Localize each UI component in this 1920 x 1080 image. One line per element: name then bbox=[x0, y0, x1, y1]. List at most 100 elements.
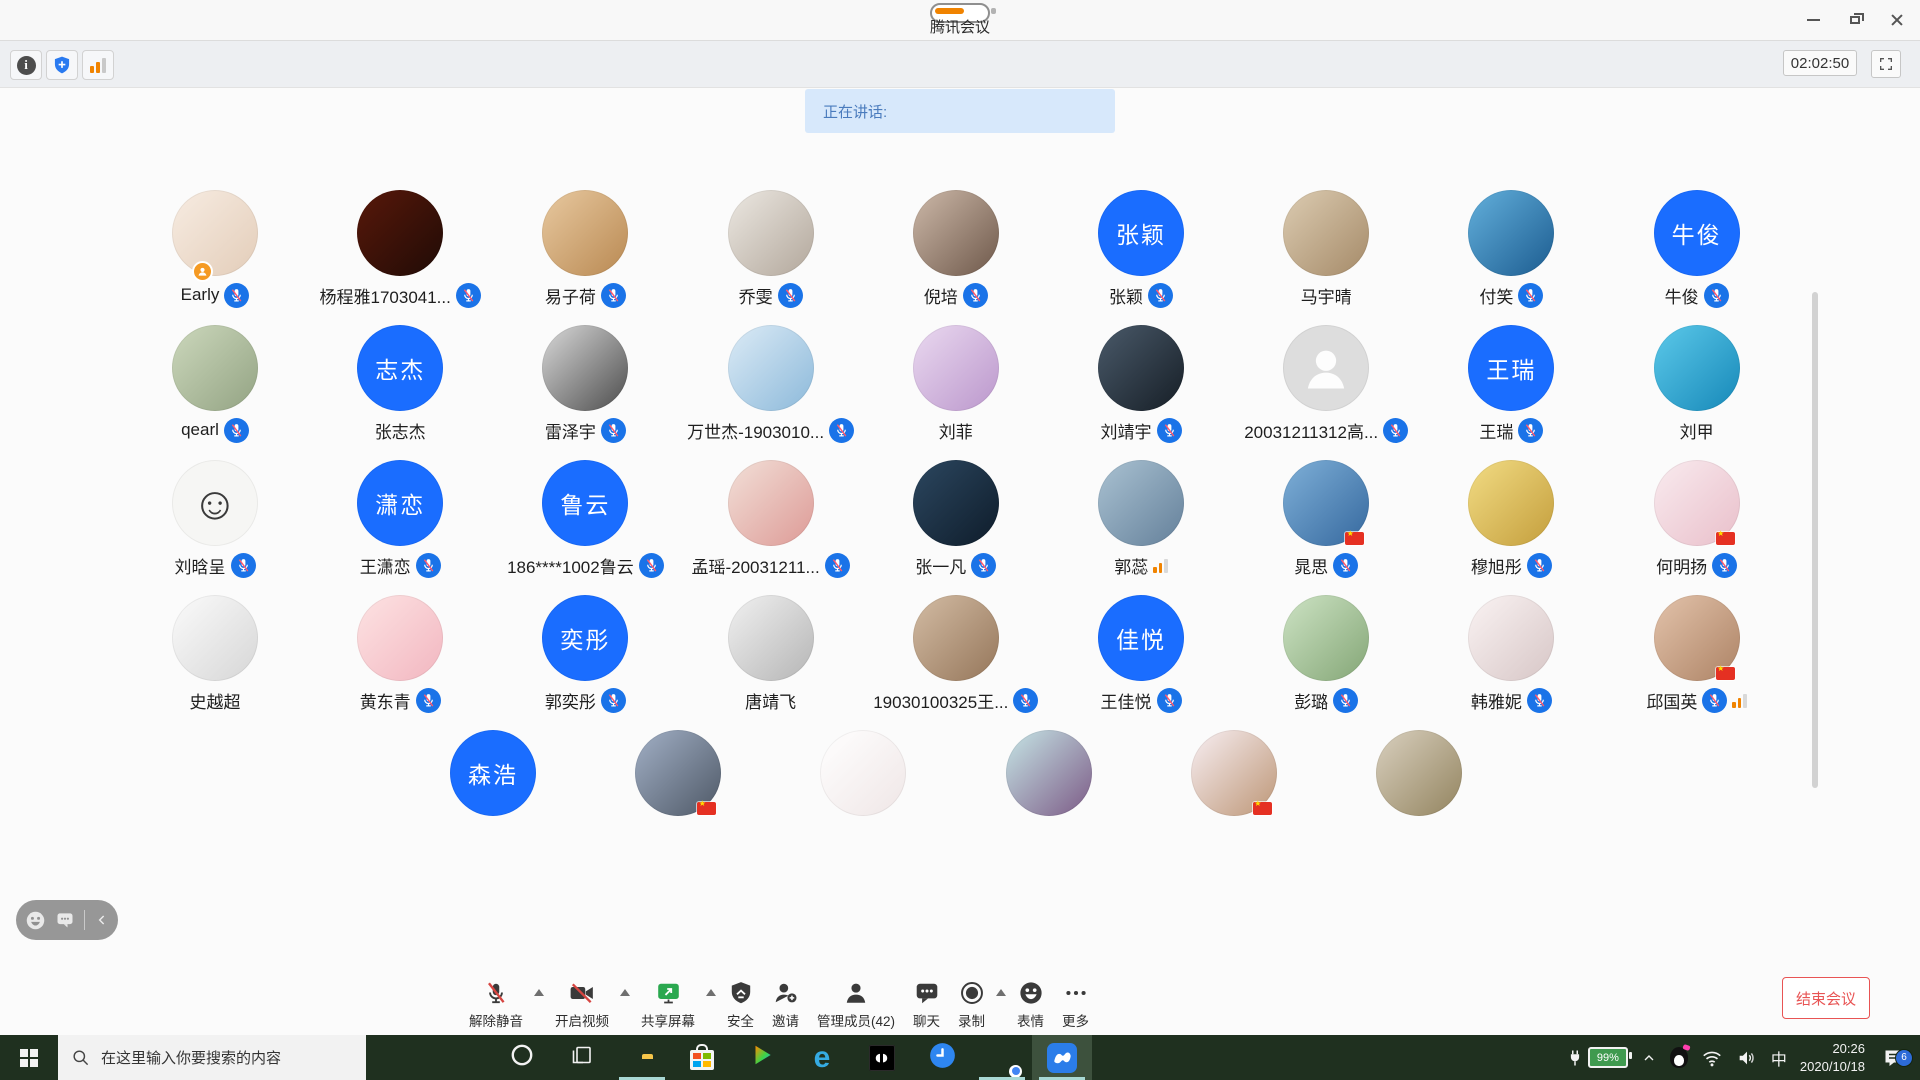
hidden-icons-chevron[interactable] bbox=[1641, 1050, 1657, 1066]
participant-tile[interactable]: 付笑 bbox=[1421, 190, 1601, 308]
participant-name: 刘菲 bbox=[939, 418, 973, 443]
participant-tile[interactable]: 雷泽宇 bbox=[495, 325, 675, 443]
participant-name: 何明扬 bbox=[1656, 553, 1707, 578]
avatar-initials: 森浩 bbox=[468, 756, 518, 790]
participant-avatar: 森浩 bbox=[450, 730, 536, 816]
participant-name-row: 何明扬 bbox=[1656, 552, 1737, 578]
participant-tile[interactable]: 穆旭彤 bbox=[1421, 460, 1601, 578]
taskbar-app-chrome[interactable] bbox=[972, 1035, 1032, 1080]
participant-tile[interactable]: ☺ 刘晗呈 bbox=[125, 460, 305, 578]
participant-tile[interactable]: 黄东青 bbox=[310, 595, 490, 713]
grid-scrollbar[interactable] bbox=[1812, 292, 1818, 788]
wifi-icon[interactable] bbox=[1701, 1047, 1723, 1069]
toolbar-item-camera-muted[interactable]: 开启视频 bbox=[546, 978, 618, 1030]
participant-tile[interactable]: 潇恋 王潇恋 bbox=[310, 460, 490, 578]
participant-tile[interactable] bbox=[588, 730, 768, 816]
toolbar-item-more[interactable]: 更多 bbox=[1053, 978, 1098, 1030]
participant-tile[interactable]: 刘靖宇 bbox=[1051, 325, 1231, 443]
taskbar-search[interactable]: 在这里输入你要搜索的内容 bbox=[58, 1035, 366, 1080]
power-status[interactable]: 99% bbox=[1566, 1047, 1628, 1068]
participant-tile[interactable]: 唐靖飞 bbox=[681, 595, 861, 713]
toolbar-item-chat[interactable]: 聊天 bbox=[904, 978, 949, 1030]
toolbar-item-members[interactable]: 管理成员(42) bbox=[808, 978, 904, 1030]
mic-muted-icon bbox=[1518, 283, 1543, 308]
participant-name: 史越超 bbox=[190, 688, 241, 713]
participant-tile[interactable]: 奕彤 郭奕彤 bbox=[495, 595, 675, 713]
toolbar-item-reactions[interactable]: 表情 bbox=[1008, 978, 1053, 1030]
store-icon bbox=[690, 1045, 714, 1070]
participant-tile[interactable]: 鲁云 186****1002鲁云 bbox=[495, 460, 675, 578]
participant-tile[interactable]: 何明扬 bbox=[1607, 460, 1787, 578]
participant-name: 杨程雅1703041... bbox=[320, 283, 451, 308]
message-icon[interactable] bbox=[55, 910, 75, 930]
participant-tile[interactable]: 倪培 bbox=[866, 190, 1046, 308]
participant-tile[interactable]: 佳悦 王佳悦 bbox=[1051, 595, 1231, 713]
toolbar-item-record[interactable]: 录制 bbox=[949, 978, 994, 1030]
participant-tile[interactable]: 张颖 张颖 bbox=[1051, 190, 1231, 308]
participant-name: 易子荷 bbox=[545, 283, 596, 308]
participant-tile[interactable]: 张一凡 bbox=[866, 460, 1046, 578]
toolbar-item-mic-muted[interactable]: 解除静音 bbox=[460, 978, 532, 1030]
participant-tile[interactable]: 晁思 bbox=[1236, 460, 1416, 578]
end-meeting-button[interactable]: 结束会议 bbox=[1782, 977, 1870, 1019]
tray-date: 2020/10/18 bbox=[1800, 1058, 1865, 1076]
mic-muted-icon bbox=[224, 418, 249, 443]
toolbar-item-invite[interactable]: 邀请 bbox=[763, 978, 808, 1030]
participant-name-row: 穆旭彤 bbox=[1471, 552, 1552, 578]
participant-tile[interactable] bbox=[1144, 730, 1324, 816]
mic-muted-icon bbox=[601, 688, 626, 713]
participant-name-row: 郭奕彤 bbox=[545, 687, 626, 713]
taskbar-app-cortana[interactable] bbox=[492, 1035, 552, 1080]
participant-tile[interactable]: qearl bbox=[125, 325, 305, 443]
participant-name-row: 刘甲 bbox=[1680, 417, 1714, 443]
participant-tile[interactable]: 孟瑶-20031211... bbox=[681, 460, 861, 578]
participant-tile[interactable]: 易子荷 bbox=[495, 190, 675, 308]
taskbar-clock[interactable]: 20:26 2020/10/18 bbox=[1800, 1040, 1865, 1075]
participant-avatar: 牛俊 bbox=[1654, 190, 1740, 276]
taskbar-app-taskview[interactable] bbox=[552, 1035, 612, 1080]
participant-tile[interactable]: 杨程雅1703041... bbox=[310, 190, 490, 308]
volume-icon[interactable] bbox=[1736, 1047, 1758, 1069]
participant-tile[interactable]: Early bbox=[125, 190, 305, 308]
participant-tile[interactable]: 郭蕊 bbox=[1051, 460, 1231, 578]
participant-tile[interactable]: 邱国英 bbox=[1607, 595, 1787, 713]
participant-tile[interactable]: 韩雅妮 bbox=[1421, 595, 1601, 713]
participant-tile[interactable]: 马宇晴 bbox=[1236, 190, 1416, 308]
taskbar-app-meeting[interactable] bbox=[1032, 1035, 1092, 1080]
participant-tile[interactable]: 彭璐 bbox=[1236, 595, 1416, 713]
toolbar-item-security-shield[interactable]: 安全 bbox=[718, 978, 763, 1030]
participant-tile[interactable]: 史越超 bbox=[125, 595, 305, 713]
participant-tile[interactable]: 志杰 张志杰 bbox=[310, 325, 490, 443]
participant-tile[interactable] bbox=[1329, 730, 1509, 816]
avatar-initials: 鲁云 bbox=[560, 486, 610, 520]
participant-avatar bbox=[913, 325, 999, 411]
notification-center-icon[interactable]: 6 bbox=[1878, 1046, 1910, 1070]
taskbar-app-explorer[interactable] bbox=[612, 1035, 672, 1080]
taskbar-app-tvideo[interactable] bbox=[732, 1035, 792, 1080]
participant-tile[interactable]: 乔雯 bbox=[681, 190, 861, 308]
participant-tile[interactable]: 王瑞 王瑞 bbox=[1421, 325, 1601, 443]
participant-tile[interactable]: 20031211312高... bbox=[1236, 325, 1416, 443]
participant-tile[interactable]: 森浩 bbox=[403, 730, 583, 816]
participant-tile[interactable]: 19030100325王... bbox=[866, 595, 1046, 713]
participant-tile[interactable] bbox=[959, 730, 1139, 816]
participant-tile[interactable]: 刘甲 bbox=[1607, 325, 1787, 443]
start-button[interactable] bbox=[0, 1035, 58, 1080]
participant-tile[interactable]: 牛俊 牛俊 bbox=[1607, 190, 1787, 308]
taskbar-app-dolby[interactable] bbox=[852, 1035, 912, 1080]
taskbar-app-clock[interactable] bbox=[912, 1035, 972, 1080]
participant-tile[interactable]: 刘菲 bbox=[866, 325, 1046, 443]
participant-tile[interactable] bbox=[773, 730, 953, 816]
mic-muted-icon bbox=[483, 978, 509, 1006]
ime-indicator[interactable]: 中 bbox=[1771, 1046, 1787, 1070]
toolbar-item-share-screen[interactable]: 共享屏幕 bbox=[632, 978, 704, 1030]
participant-name-row: 乔雯 bbox=[739, 282, 803, 308]
participant-tile[interactable]: 万世杰-1903010... bbox=[681, 325, 861, 443]
flag-badge bbox=[1253, 802, 1272, 815]
participant-name-row: 张志杰 bbox=[375, 417, 426, 443]
taskbar-app-store[interactable] bbox=[672, 1035, 732, 1080]
smiley-icon[interactable] bbox=[25, 910, 46, 931]
qq-tray-icon[interactable] bbox=[1670, 1047, 1688, 1068]
taskbar-app-edge[interactable] bbox=[792, 1035, 852, 1080]
collapse-chevron-icon[interactable] bbox=[94, 912, 110, 928]
